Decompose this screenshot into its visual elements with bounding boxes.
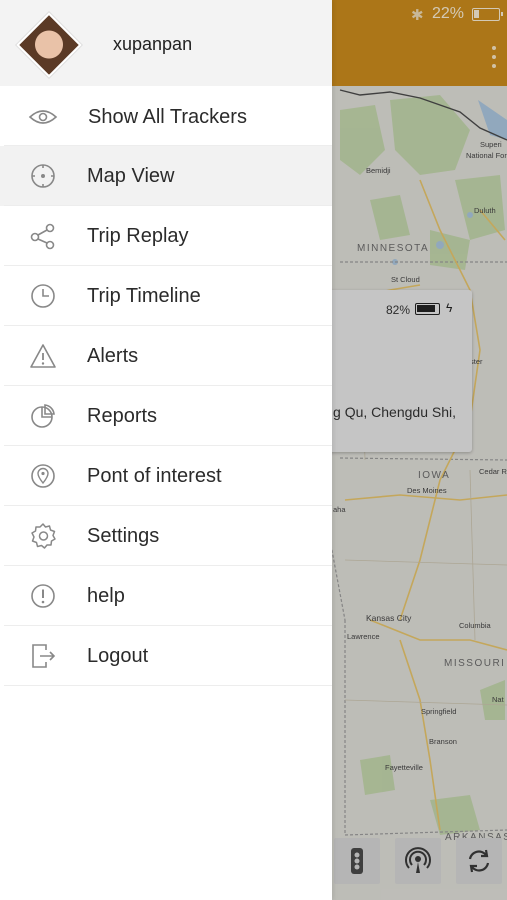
menu-item-trip-replay[interactable]: Trip Replay [0, 206, 332, 266]
menu-item-label: Logout [87, 644, 149, 667]
menu-item-label: help [87, 584, 125, 607]
menu-item-label: Trip Timeline [87, 284, 201, 307]
exclamation-circle-icon [28, 582, 58, 610]
menu-item-reports[interactable]: Reports [0, 386, 332, 446]
menu-item-label: Alerts [87, 344, 139, 367]
menu-item-logout[interactable]: Logout [0, 626, 332, 686]
menu-item-alerts[interactable]: Alerts [0, 326, 332, 386]
share-nodes-icon [28, 222, 58, 250]
menu-item-settings[interactable]: Settings [0, 506, 332, 566]
menu-item-label: Map View [87, 164, 175, 187]
pie-chart-icon [28, 402, 58, 430]
logout-icon [28, 642, 58, 670]
crosshair-icon [28, 162, 58, 190]
username: xupanpan [113, 34, 193, 54]
menu-item-label: Trip Replay [87, 224, 189, 247]
drawer-header[interactable]: xupanpan [0, 0, 332, 86]
warning-icon [28, 342, 58, 370]
menu-item-label: Settings [87, 524, 160, 547]
drawer-menu: Show All Trackers Map View Trip Replay T… [0, 88, 332, 686]
clock-icon [28, 282, 58, 310]
menu-item-label: Pont of interest [87, 464, 222, 487]
menu-item-show-all-trackers[interactable]: Show All Trackers [0, 88, 332, 146]
menu-item-help[interactable]: help [0, 566, 332, 626]
eye-icon [28, 103, 58, 131]
menu-item-label: Reports [87, 404, 158, 427]
menu-item-trip-timeline[interactable]: Trip Timeline [0, 266, 332, 326]
avatar[interactable] [16, 12, 82, 78]
menu-item-point-of-interest[interactable]: Pont of interest [0, 446, 332, 506]
navigation-drawer: xupanpan Show All Trackers Map View Trip… [0, 0, 332, 900]
menu-item-label: Show All Trackers [88, 105, 247, 128]
location-pin-icon [28, 462, 58, 490]
menu-item-map-view[interactable]: Map View [0, 146, 332, 206]
gear-icon [28, 522, 58, 550]
